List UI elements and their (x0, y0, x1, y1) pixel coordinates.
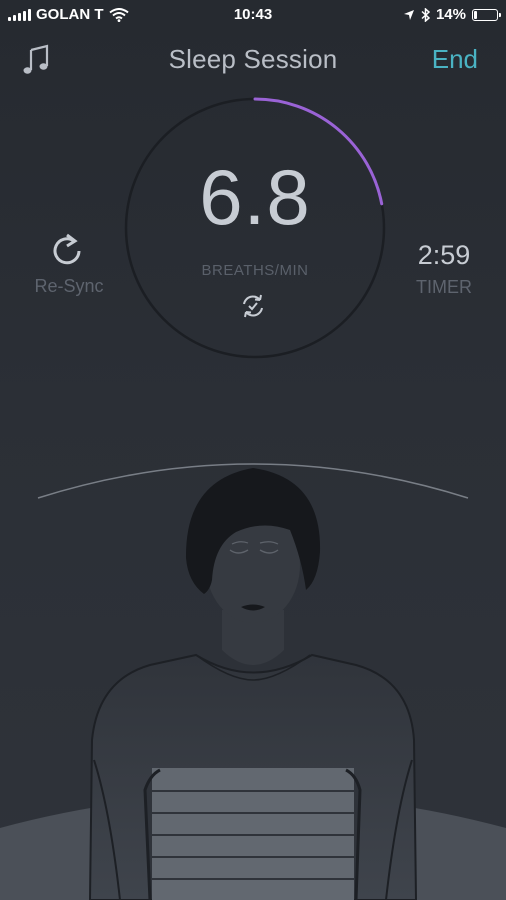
timer-value: 2:59 (417, 240, 471, 270)
battery-icon (472, 8, 501, 21)
end-button[interactable]: End (432, 44, 478, 75)
sleeping-woman-illustration (0, 463, 506, 900)
sync-check-icon[interactable] (239, 292, 267, 320)
bluetooth-icon (421, 7, 430, 22)
resync-label: Re-Sync (34, 276, 104, 296)
breath-rate-value: 6.8 (199, 153, 311, 241)
location-icon (403, 9, 414, 20)
timer: 2:59 TIMER (402, 240, 486, 298)
page-title: Sleep Session (168, 44, 338, 74)
header: Sleep Session End (0, 40, 506, 80)
status-right: 14% (403, 6, 501, 23)
status-bar: GOLAN T 10:43 14% (0, 0, 506, 30)
refresh-icon (53, 233, 81, 265)
timer-label: TIMER (416, 277, 472, 297)
breath-rate-unit: BREATHS/MIN (201, 262, 309, 279)
battery-percent: 14% (435, 6, 466, 23)
resync-button[interactable]: Re-Sync (28, 232, 110, 297)
breathing-bands (152, 768, 354, 900)
